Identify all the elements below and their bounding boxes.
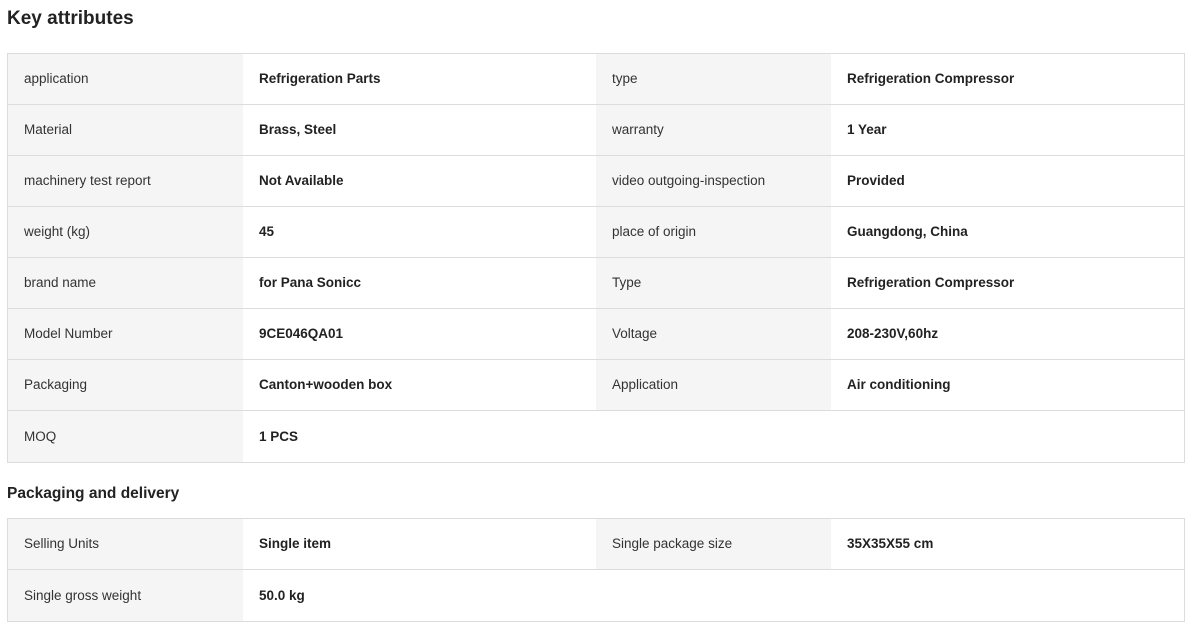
attribute-value: Provided [831, 156, 1184, 206]
attribute-label: weight (kg) [8, 207, 243, 257]
table-row: Single gross weight 50.0 kg [8, 570, 1184, 621]
attribute-value: 208-230V,60hz [831, 309, 1184, 359]
table-row: brand name for Pana Sonicc Type Refriger… [8, 258, 1184, 309]
attribute-value: 35X35X55 cm [831, 519, 1184, 569]
attribute-label: Voltage [596, 309, 831, 359]
attribute-value: Brass, Steel [243, 105, 596, 155]
attribute-value: Canton+wooden box [243, 360, 596, 410]
table-row: Selling Units Single item Single package… [8, 519, 1184, 570]
attribute-label: Single package size [596, 519, 831, 569]
attribute-value: Not Available [243, 156, 596, 206]
attribute-label: Type [596, 258, 831, 308]
key-attributes-table: application Refrigeration Parts type Ref… [7, 53, 1185, 463]
attribute-value: for Pana Sonicc [243, 258, 596, 308]
attribute-label: warranty [596, 105, 831, 155]
attribute-label: type [596, 54, 831, 104]
attribute-value: Refrigeration Compressor [831, 54, 1184, 104]
attribute-label: application [8, 54, 243, 104]
attribute-value: 9CE046QA01 [243, 309, 596, 359]
attribute-label: Application [596, 360, 831, 410]
empty-cell [596, 411, 831, 462]
attribute-value: Refrigeration Compressor [831, 258, 1184, 308]
attribute-label: Material [8, 105, 243, 155]
attribute-label: MOQ [8, 411, 243, 462]
table-row: machinery test report Not Available vide… [8, 156, 1184, 207]
empty-cell [831, 411, 1184, 462]
empty-cell [831, 570, 1184, 621]
table-row: Packaging Canton+wooden box Application … [8, 360, 1184, 411]
attribute-value: 1 Year [831, 105, 1184, 155]
product-attributes-panel: Key attributes application Refrigeration… [0, 0, 1192, 631]
table-row: MOQ 1 PCS [8, 411, 1184, 462]
packaging-delivery-heading: Packaging and delivery [7, 485, 180, 502]
table-row: Model Number 9CE046QA01 Voltage 208-230V… [8, 309, 1184, 360]
attribute-label: Packaging [8, 360, 243, 410]
table-row: application Refrigeration Parts type Ref… [8, 54, 1184, 105]
packaging-delivery-table: Selling Units Single item Single package… [7, 518, 1185, 622]
attribute-value: 45 [243, 207, 596, 257]
attribute-label: machinery test report [8, 156, 243, 206]
attribute-label: Selling Units [8, 519, 243, 569]
attribute-label: video outgoing-inspection [596, 156, 831, 206]
attribute-label: Single gross weight [8, 570, 243, 621]
attribute-value: Guangdong, China [831, 207, 1184, 257]
attribute-value: Air conditioning [831, 360, 1184, 410]
attribute-value: Refrigeration Parts [243, 54, 596, 104]
table-row: Material Brass, Steel warranty 1 Year [8, 105, 1184, 156]
attribute-label: Model Number [8, 309, 243, 359]
attribute-label: place of origin [596, 207, 831, 257]
key-attributes-heading: Key attributes [7, 8, 134, 29]
attribute-value: 50.0 kg [243, 570, 596, 621]
empty-cell [596, 570, 831, 621]
table-row: weight (kg) 45 place of origin Guangdong… [8, 207, 1184, 258]
attribute-value: Single item [243, 519, 596, 569]
attribute-value: 1 PCS [243, 411, 596, 462]
attribute-label: brand name [8, 258, 243, 308]
